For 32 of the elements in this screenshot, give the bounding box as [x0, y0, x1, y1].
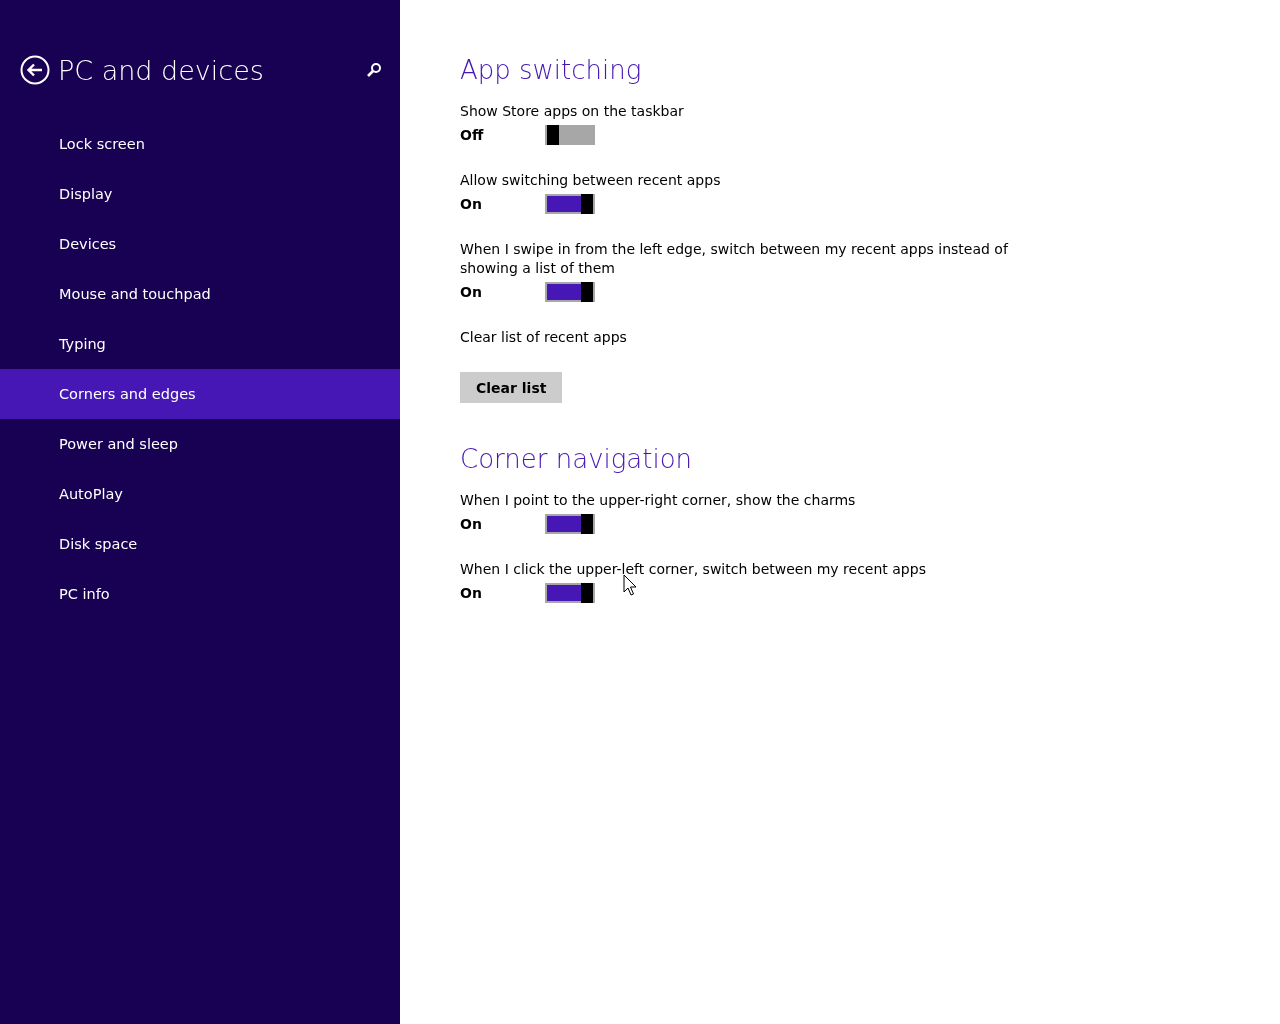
sidebar-item[interactable]: PC info	[0, 569, 400, 619]
setting-label: When I click the upper-left corner, switch between my recent apps	[460, 560, 927, 579]
toggle-state: On	[460, 196, 483, 212]
toggle-switch[interactable]	[545, 125, 595, 145]
toggle-switch[interactable]	[545, 282, 595, 302]
sidebar-item[interactable]: Disk space	[0, 519, 400, 569]
setting-label: When I point to the upper-right corner, show the charms	[460, 491, 857, 510]
back-icon[interactable]	[20, 55, 50, 85]
clear-list-button[interactable]: Clear list	[460, 372, 563, 403]
sidebar-item[interactable]: Devices	[0, 219, 400, 269]
sidebar-item[interactable]: Corners and edges	[0, 369, 400, 419]
sidebar-item[interactable]: Typing	[0, 319, 400, 369]
toggle-state: On	[460, 585, 483, 601]
sidebar-item[interactable]: Mouse and touchpad	[0, 269, 400, 319]
section-heading: App switching	[460, 54, 643, 87]
toggle-state: On	[460, 516, 483, 532]
sidebar-item[interactable]: Display	[0, 169, 400, 219]
toggle-switch[interactable]	[545, 514, 595, 534]
setting-label: When I swipe in from the left edge, switch between my recent apps instead of showing a list of them	[460, 240, 1010, 278]
setting-label: Show Store apps on the taskbar	[460, 102, 685, 121]
toggle-state: Off	[460, 127, 485, 143]
page-title: PC and devices	[58, 54, 265, 86]
toggle-switch[interactable]	[545, 194, 595, 214]
setting-label: Clear list of recent apps	[460, 328, 628, 347]
setting-label: Allow switching between recent apps	[460, 171, 722, 190]
toggle-state: On	[460, 284, 483, 300]
search-icon[interactable]	[366, 62, 382, 78]
sidebar-item[interactable]: Power and sleep	[0, 419, 400, 469]
section-heading: Corner navigation	[460, 443, 694, 476]
sidebar-item[interactable]: Lock screen	[0, 119, 400, 169]
sidebar-item[interactable]: AutoPlay	[0, 469, 400, 519]
toggle-switch[interactable]	[545, 583, 595, 603]
